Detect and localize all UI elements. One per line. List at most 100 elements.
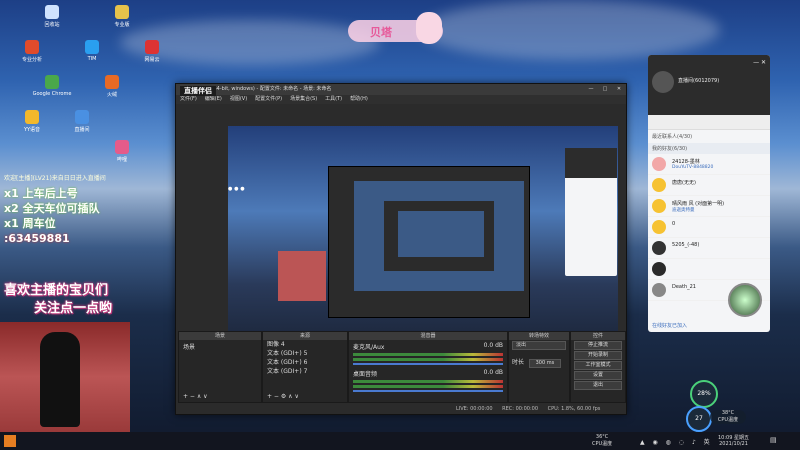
user-avatar[interactable] [652, 71, 674, 93]
maximize-icon[interactable]: □ [598, 84, 612, 95]
weather-widget[interactable]: 36°C CPU温度 [592, 434, 612, 447]
taskbar: 36°C CPU温度 ▲ ◉ ◍ ◌ ♪ 英 10:09 星期五 2021/10… [0, 432, 800, 450]
desktop-icon[interactable]: YY语音 [10, 110, 54, 133]
floating-avatar[interactable] [728, 283, 762, 317]
friend-avatar [652, 178, 666, 192]
friend-name: Death_21 [672, 284, 696, 290]
cpu-gauge[interactable]: 27 [686, 406, 712, 432]
friend-row[interactable] [648, 259, 770, 280]
friend-row[interactable]: 晴风雨 风 (对面第一明) 迪迦奥特曼 [648, 196, 770, 217]
menu-item[interactable]: 编辑(E) [205, 96, 222, 102]
source-item[interactable]: 文本 (GDI+) 5 [263, 349, 347, 358]
desktop-icon[interactable]: 专业版 [100, 5, 144, 28]
temp-widget: 38°C CPU温度 [710, 410, 746, 424]
obs-brand: 直播伴侣 [180, 86, 216, 96]
mixer-title: 混音器 [349, 332, 507, 340]
source-controls[interactable]: + − ⚙ ∧ ∨ [267, 393, 299, 400]
friend-avatar [652, 157, 666, 171]
window-controls[interactable]: — ✕ [753, 59, 766, 66]
friend-name: 24128-墨林 [672, 159, 700, 165]
duration-input[interactable]: 300 ms [528, 359, 561, 368]
notification-icon[interactable]: ▤ [770, 436, 777, 444]
section-friends[interactable]: 我的好友(6/30) [648, 143, 770, 154]
scenes-dock: 场景 场景 + − ∧ ∨ [178, 331, 262, 403]
source-item[interactable]: 图像 4 [263, 340, 347, 349]
transition-select[interactable]: 淡出 [512, 341, 566, 350]
exit-button[interactable]: 退出 [574, 381, 622, 390]
overlay-big-text: 关注点一点哟 [34, 301, 113, 316]
desktop-icon[interactable]: 网易云 [130, 40, 174, 63]
desktop-icon-label: 回收站 [44, 22, 60, 28]
menu-item[interactable]: 文件(F) [180, 96, 197, 102]
app-icon [115, 5, 129, 19]
controls-dock: 控件 停止推流 开始录制 工作室模式 设置 退出 [570, 331, 626, 403]
obs-titlebar[interactable]: OBS 26.0.2 (64-bit, windows) - 配置文件: 未命名… [176, 84, 626, 95]
desktop-icon[interactable]: 专业分析 [10, 40, 54, 63]
scene-controls[interactable]: + − ∧ ∨ [183, 393, 208, 400]
nested-webcam [278, 251, 326, 301]
menu-item[interactable]: 帮助(H) [350, 96, 368, 102]
menu-item[interactable]: 配置文件(P) [255, 96, 282, 102]
scene-item[interactable]: 场景 [179, 340, 261, 353]
obs-window[interactable]: OBS 26.0.2 (64-bit, windows) - 配置文件: 未命名… [175, 83, 627, 415]
volume-slider[interactable] [353, 390, 503, 392]
overlay-line: x2 全天车位可插队 [4, 202, 100, 215]
start-recording-button[interactable]: 开始录制 [574, 351, 622, 360]
cpu-status: CPU: 1.8%, 60.00 fps [547, 406, 601, 412]
settings-button[interactable]: 设置 [574, 371, 622, 380]
mixer-dock: 混音器 麦克风/Aux 0.0 dB 桌面音频 0.0 dB [348, 331, 508, 403]
chat-tabs[interactable] [648, 115, 770, 130]
desktop-icon-label: 哔哩 [116, 157, 127, 163]
menu-item[interactable]: 工具(T) [325, 96, 342, 102]
app-icon [115, 140, 129, 154]
close-icon[interactable]: ✕ [612, 84, 626, 95]
user-name: 直播间(6012079) [678, 78, 720, 84]
mixer-track: 麦克风/Aux 0.0 dB [349, 340, 507, 367]
minimize-icon[interactable]: — [584, 84, 598, 95]
source-item[interactable]: 文本 (GDI+) 7 [263, 367, 347, 376]
stop-streaming-button[interactable]: 停止推流 [574, 341, 622, 350]
desktop-icon[interactable]: 哔哩 [100, 140, 144, 163]
nested-chat [565, 148, 617, 276]
desktop-icon[interactable]: TIM [70, 40, 114, 62]
friend-row[interactable]: 0 [648, 217, 770, 238]
source-item[interactable]: 文本 (GDI+) 6 [263, 358, 347, 367]
chat-footer[interactable]: 在线好友已加入 [652, 322, 687, 329]
start-icon[interactable] [4, 435, 16, 447]
section-recent[interactable]: 最近联系人(4/30) [648, 130, 770, 143]
app-icon [45, 75, 59, 89]
desktop-icon-label: TIM [87, 56, 97, 62]
desktop-icon[interactable]: Google Chrome [30, 75, 74, 97]
desktop-icon[interactable]: 直播间 [60, 110, 104, 133]
duration-label: 时长 [512, 359, 525, 366]
tray-icons[interactable]: ▲ ◉ ◍ ◌ ♪ 英 [640, 437, 713, 446]
temp-label: CPU温度 [717, 417, 739, 423]
nested-overlay-text: ● ● ● [228, 186, 245, 192]
overlay-lines: x1 上车后上号 x2 全天车位可插队 x1 周车位 :63459881 [4, 186, 174, 246]
track-db: 0.0 dB [483, 342, 503, 349]
live-timer: LIVE: 00:00:00 [456, 406, 493, 412]
volume-slider[interactable] [353, 363, 503, 365]
desktop-icon[interactable]: 回收站 [30, 5, 74, 28]
chat-header: 直播间(6012079) — ✕ [648, 55, 770, 115]
volume-meter [353, 385, 503, 388]
desktop-icon[interactable]: 火绒 [90, 75, 134, 98]
friend-row[interactable]: 5205_(-48) [648, 238, 770, 259]
menu-item[interactable]: 视图(V) [230, 96, 247, 102]
volume-meter [353, 380, 503, 383]
friend-row[interactable]: 唐唐(无无) [648, 175, 770, 196]
obs-menubar: 文件(F) 编辑(E) 视图(V) 配置文件(P) 场景集合(S) 工具(T) 帮助(H) [176, 95, 626, 104]
overlay-line: :63459881 [4, 232, 70, 245]
menu-item[interactable]: 场景集合(S) [290, 96, 317, 102]
friend-avatar [652, 241, 666, 255]
sources-title: 来源 [263, 332, 347, 340]
desktop-icon-label: Google Chrome [32, 91, 72, 97]
transition-duration: 时长 300 ms [509, 351, 569, 368]
studio-mode-button[interactable]: 工作室模式 [574, 361, 622, 370]
memory-gauge[interactable]: 28% [690, 380, 718, 408]
friend-row[interactable]: 24128-墨林 DouYuTV-8848820 [648, 154, 770, 175]
app-icon [45, 5, 59, 19]
nested-preview-2 [398, 211, 484, 257]
clock[interactable]: 10:09 星期五 2021/10/21 [718, 434, 749, 447]
weather-label: CPU温度 [592, 441, 613, 447]
